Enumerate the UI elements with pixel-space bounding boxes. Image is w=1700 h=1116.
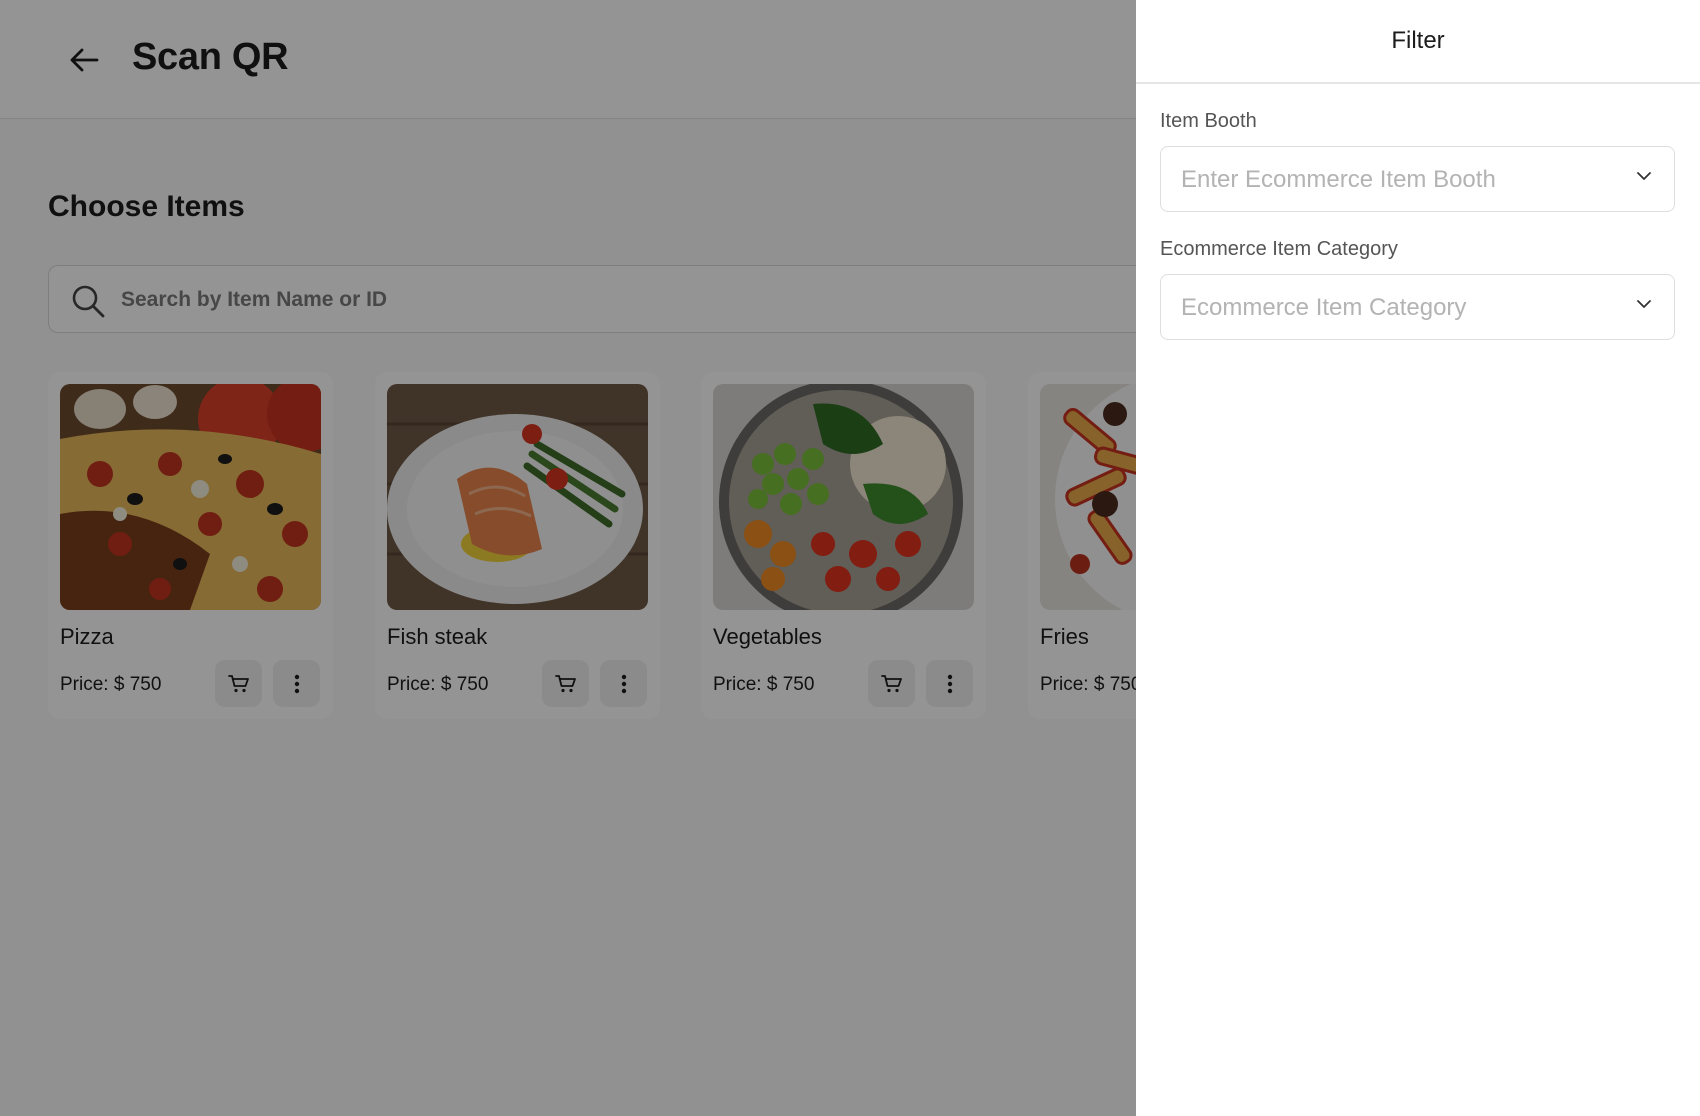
item-booth-placeholder: Enter Ecommerce Item Booth bbox=[1181, 166, 1496, 193]
filter-drawer: Filter Item Booth Enter Ecommerce Item B… bbox=[1136, 0, 1700, 1116]
item-category-label: Ecommerce Item Category bbox=[1160, 238, 1398, 260]
drawer-header: Filter bbox=[1136, 0, 1700, 84]
item-category-placeholder: Ecommerce Item Category bbox=[1181, 294, 1467, 321]
item-booth-label: Item Booth bbox=[1160, 110, 1257, 132]
item-booth-select[interactable]: Enter Ecommerce Item Booth bbox=[1160, 146, 1675, 212]
modal-backdrop[interactable] bbox=[0, 0, 1136, 1116]
chevron-down-icon bbox=[1637, 172, 1651, 180]
chevron-down-icon bbox=[1637, 300, 1651, 308]
drawer-title: Filter bbox=[1391, 27, 1445, 54]
item-category-select[interactable]: Ecommerce Item Category bbox=[1160, 274, 1675, 340]
